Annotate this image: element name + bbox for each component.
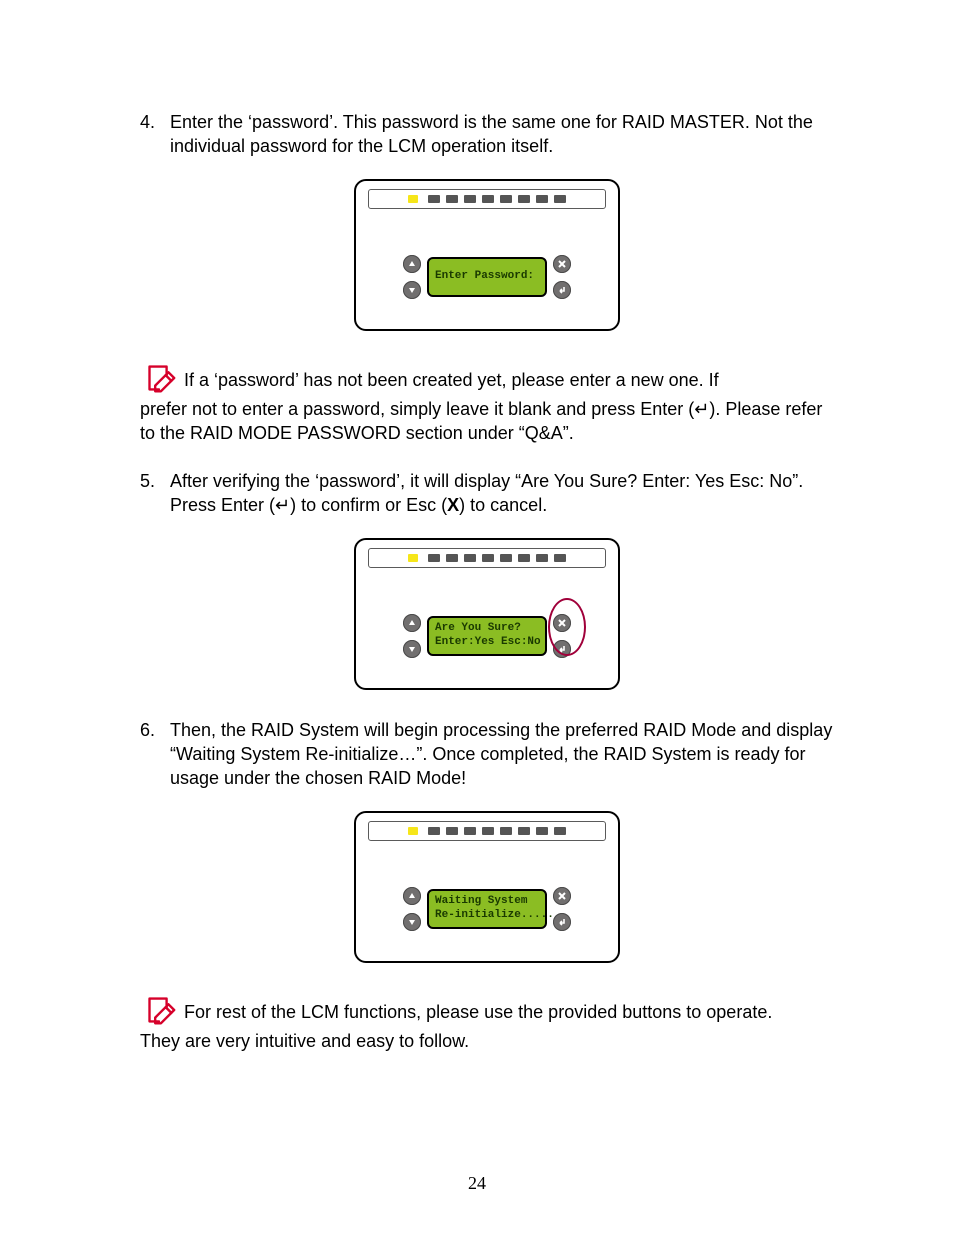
device-chassis: Enter Password: (354, 179, 620, 331)
note-2: For rest of the LCM functions, please us… (140, 991, 834, 1053)
lcd-line-1: Are You Sure? (435, 622, 539, 636)
step-5-text: After verifying the ‘password’, it will … (170, 469, 834, 518)
status-led-icon (408, 195, 418, 203)
vent-slot-icon (518, 554, 530, 562)
device-chassis: Are You Sure? Enter:Yes Esc:No (354, 538, 620, 690)
left-button-column (403, 887, 421, 931)
device-vent-row (368, 548, 606, 568)
vent-slot-icon (500, 554, 512, 562)
vent-slot-icon (446, 195, 458, 203)
down-button-icon (403, 913, 421, 931)
vent-slot-icon (500, 195, 512, 203)
vent-slot-icon (428, 195, 440, 203)
vent-slot-icon (464, 827, 476, 835)
vent-slot-icon (500, 827, 512, 835)
vent-slot-icon (482, 827, 494, 835)
step-4-number: 4. (140, 110, 170, 159)
vent-slot-icon (482, 195, 494, 203)
vent-slot-icon (446, 827, 458, 835)
lcd-line-1: Waiting System (435, 895, 539, 909)
device-illustration-password: Enter Password: (140, 179, 834, 331)
enter-button-icon (553, 281, 571, 299)
device-control-panel: Enter Password: (396, 243, 578, 311)
esc-button-icon (553, 614, 571, 632)
vent-slot-icon (536, 827, 548, 835)
device-illustration-wait: Waiting System Re-initialize..... (140, 811, 834, 963)
device-control-panel: Are You Sure? Enter:Yes Esc:No (396, 602, 578, 670)
left-button-column (403, 614, 421, 658)
vent-slot-icon (554, 554, 566, 562)
vent-slot-icon (428, 827, 440, 835)
esc-button-icon (553, 255, 571, 273)
device-control-panel: Waiting System Re-initialize..... (396, 875, 578, 943)
step-5-suffix: ) to cancel. (459, 495, 547, 515)
lcd-line-1: Enter Password: (435, 270, 539, 284)
right-button-column (553, 614, 571, 658)
vent-slot-icon (536, 554, 548, 562)
pencil-note-icon (140, 991, 178, 1025)
note-1-first-line: If a ‘password’ has not been created yet… (184, 368, 834, 392)
esc-button-icon (553, 887, 571, 905)
vent-slot-icon (428, 554, 440, 562)
device-illustration-confirm: Are You Sure? Enter:Yes Esc:No (140, 538, 834, 690)
right-button-column (553, 255, 571, 299)
lcd-screen: Are You Sure? Enter:Yes Esc:No (427, 616, 547, 656)
down-button-icon (403, 640, 421, 658)
vent-slot-icon (518, 195, 530, 203)
right-button-column (553, 887, 571, 931)
left-button-column (403, 255, 421, 299)
lcd-line-2: Re-initialize..... (435, 909, 539, 923)
document-page: 4. Enter the ‘password’. This password i… (0, 0, 954, 1235)
vent-slot-icon (482, 554, 494, 562)
device-chassis: Waiting System Re-initialize..... (354, 811, 620, 963)
step-5: 5. After verifying the ‘password’, it wi… (140, 469, 834, 518)
up-button-icon (403, 887, 421, 905)
vent-slot-icon (536, 195, 548, 203)
note-2-rest: They are very intuitive and easy to foll… (140, 1029, 834, 1053)
vent-slot-icon (518, 827, 530, 835)
vent-slot-icon (554, 827, 566, 835)
vent-slot-icon (464, 554, 476, 562)
vent-slot-icon (554, 195, 566, 203)
step-4: 4. Enter the ‘password’. This password i… (140, 110, 834, 159)
note-1: If a ‘password’ has not been created yet… (140, 359, 834, 446)
enter-button-icon (553, 640, 571, 658)
device-vent-row (368, 189, 606, 209)
step-6-text: Then, the RAID System will begin process… (170, 718, 834, 791)
down-button-icon (403, 281, 421, 299)
up-button-icon (403, 255, 421, 273)
status-led-icon (408, 827, 418, 835)
up-button-icon (403, 614, 421, 632)
vent-slot-icon (446, 554, 458, 562)
lcd-screen: Enter Password: (427, 257, 547, 297)
status-led-icon (408, 554, 418, 562)
vent-slot-icon (464, 195, 476, 203)
lcd-screen: Waiting System Re-initialize..... (427, 889, 547, 929)
pencil-note-icon (140, 359, 178, 393)
step-5-number: 5. (140, 469, 170, 518)
device-vent-row (368, 821, 606, 841)
enter-button-icon (553, 913, 571, 931)
step-6: 6. Then, the RAID System will begin proc… (140, 718, 834, 791)
note-2-first-line: For rest of the LCM functions, please us… (184, 1000, 834, 1024)
step-6-number: 6. (140, 718, 170, 791)
note-1-rest: prefer not to enter a password, simply l… (140, 397, 834, 446)
step-4-text: Enter the ‘password’. This password is t… (170, 110, 834, 159)
step-5-bold-x: X (447, 495, 459, 515)
lcd-line-2: Enter:Yes Esc:No (435, 636, 539, 650)
page-number: 24 (0, 1171, 954, 1195)
